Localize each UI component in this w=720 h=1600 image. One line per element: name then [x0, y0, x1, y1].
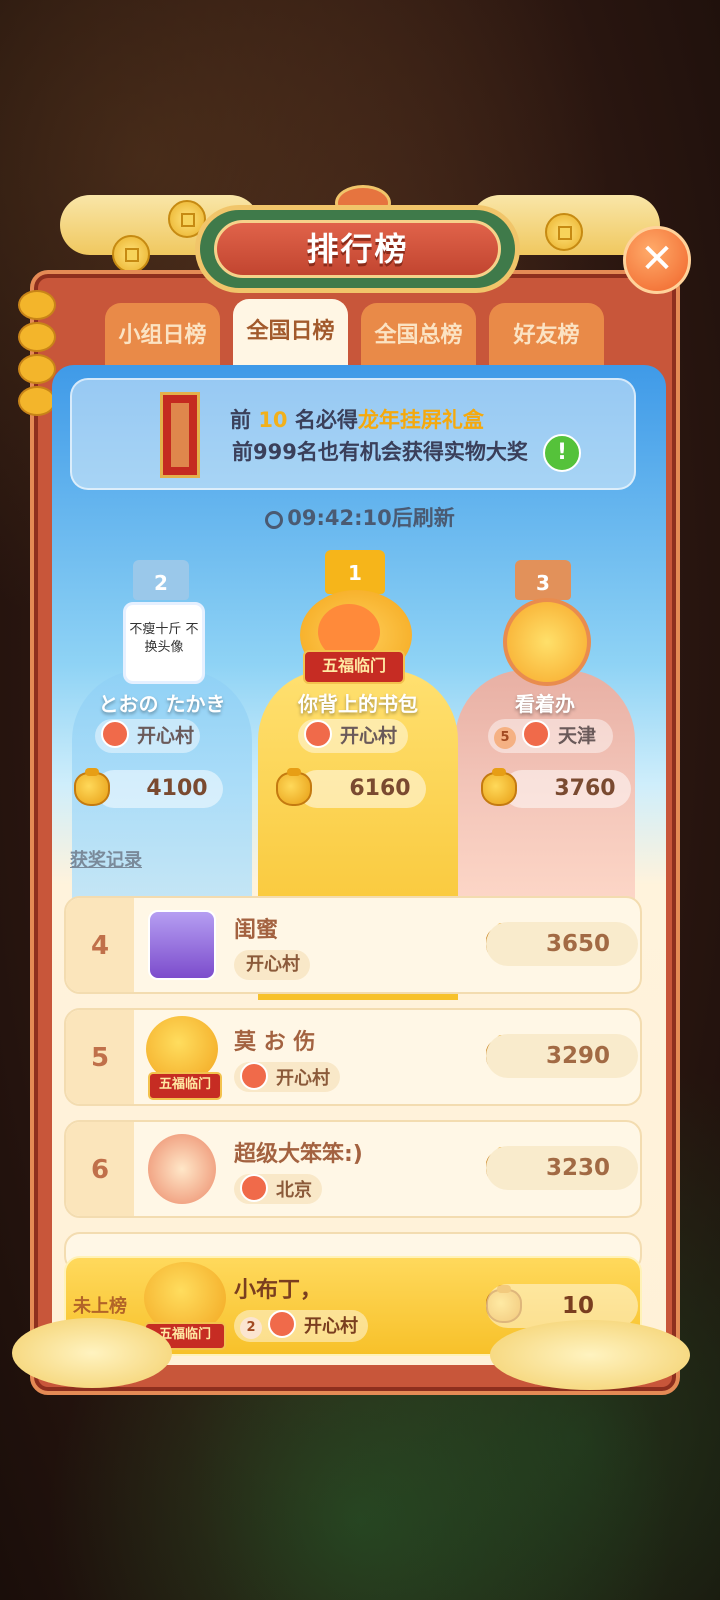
banner-line-2: 前999名也有机会获得实物大奖 — [232, 440, 528, 464]
crown-rank-1: 1 — [325, 550, 385, 594]
avatar-second[interactable]: 不瘦十斤 不换头像 — [123, 602, 205, 684]
row-rank: 5 — [66, 1010, 134, 1104]
row-rank: 4 — [66, 898, 134, 992]
table-row[interactable]: 6 超级大笨笨:) 北京 3230 — [64, 1120, 642, 1218]
row-score: 3650 — [486, 922, 638, 966]
tab-group-daily[interactable]: 小组日榜 — [105, 303, 220, 365]
coin-decoration — [112, 235, 150, 273]
score-second: 4100 — [95, 770, 223, 808]
score-first: 6160 — [298, 770, 426, 808]
row-name: 莫 お 伤 — [234, 1030, 316, 1055]
row-avatar[interactable] — [148, 1134, 216, 1204]
title-plaque: 排行榜 — [195, 205, 520, 293]
money-bag-icon — [481, 768, 517, 806]
bottom-cloud-left — [12, 1318, 172, 1388]
row-region: 北京 — [234, 1174, 322, 1204]
region-avatar-icon — [522, 720, 550, 748]
coin-decoration — [545, 213, 583, 251]
tab-national-total[interactable]: 全国总榜 — [361, 303, 476, 365]
region-second: 开心村 — [95, 719, 200, 753]
tab-friends[interactable]: 好友榜 — [489, 303, 604, 365]
coin-tassel-decoration — [18, 290, 56, 440]
region-first: 开心村 — [298, 719, 408, 753]
crown-rank-2: 2 — [133, 560, 189, 600]
my-region: 2 开心村 — [234, 1310, 368, 1342]
level-badge: 5 — [494, 727, 516, 749]
score-third: 3760 — [503, 770, 631, 808]
tab-bar: 小组日榜 全国日榜 全国总榜 好友榜 — [105, 299, 610, 365]
money-bag-icon — [74, 768, 110, 806]
row-rank: 6 — [66, 1122, 134, 1216]
row-avatar[interactable] — [148, 910, 216, 980]
region-avatar-icon — [268, 1310, 296, 1338]
table-row[interactable]: 4 闺蜜 开心村 3650 — [64, 896, 642, 994]
award-record-link[interactable]: 获奖记录 — [70, 846, 142, 872]
page-title: 排行榜 — [306, 230, 409, 268]
close-icon: ✕ — [640, 236, 674, 282]
badge-wufu-first: 五福临门 — [303, 650, 405, 684]
tab-national-daily[interactable]: 全国日榜 — [233, 299, 348, 365]
region-avatar-icon — [101, 720, 129, 748]
table-row[interactable]: 5 五福临门 莫 お 伤 开心村 3290 — [64, 1008, 642, 1106]
avatar-third[interactable] — [503, 598, 591, 686]
info-icon[interactable]: ! — [543, 434, 581, 472]
refresh-timer: 09:42:10后刷新 — [0, 502, 720, 532]
my-name: 小布丁， — [234, 1278, 323, 1303]
name-third: 看着办 — [515, 692, 575, 716]
clock-icon — [265, 511, 284, 529]
row-name: 超级大笨笨:) — [234, 1142, 363, 1167]
money-bag-icon — [276, 768, 312, 806]
crown-rank-3: 3 — [515, 560, 571, 600]
name-second: とおの たかき — [98, 692, 226, 716]
prize-banner — [70, 378, 636, 490]
close-button[interactable]: ✕ — [623, 226, 691, 294]
row-region: 开心村 — [234, 1062, 340, 1092]
row-region: 开心村 — [234, 950, 310, 980]
bottom-cloud-right — [490, 1320, 690, 1390]
region-third: 5 天津 — [488, 719, 613, 753]
row-score: 3290 — [486, 1034, 638, 1078]
region-avatar-icon — [304, 720, 332, 748]
prize-scroll-image — [160, 392, 200, 478]
row-score: 3230 — [486, 1146, 638, 1190]
row-name: 闺蜜 — [234, 918, 279, 943]
badge-wufu: 五福临门 — [148, 1072, 222, 1100]
region-avatar-icon — [240, 1062, 268, 1090]
banner-line-1: 前 10 名必得龙年挂屏礼盒 — [230, 408, 484, 432]
level-badge: 2 — [240, 1317, 262, 1339]
name-first: 你背上的书包 — [298, 692, 418, 716]
region-avatar-icon — [240, 1174, 268, 1202]
